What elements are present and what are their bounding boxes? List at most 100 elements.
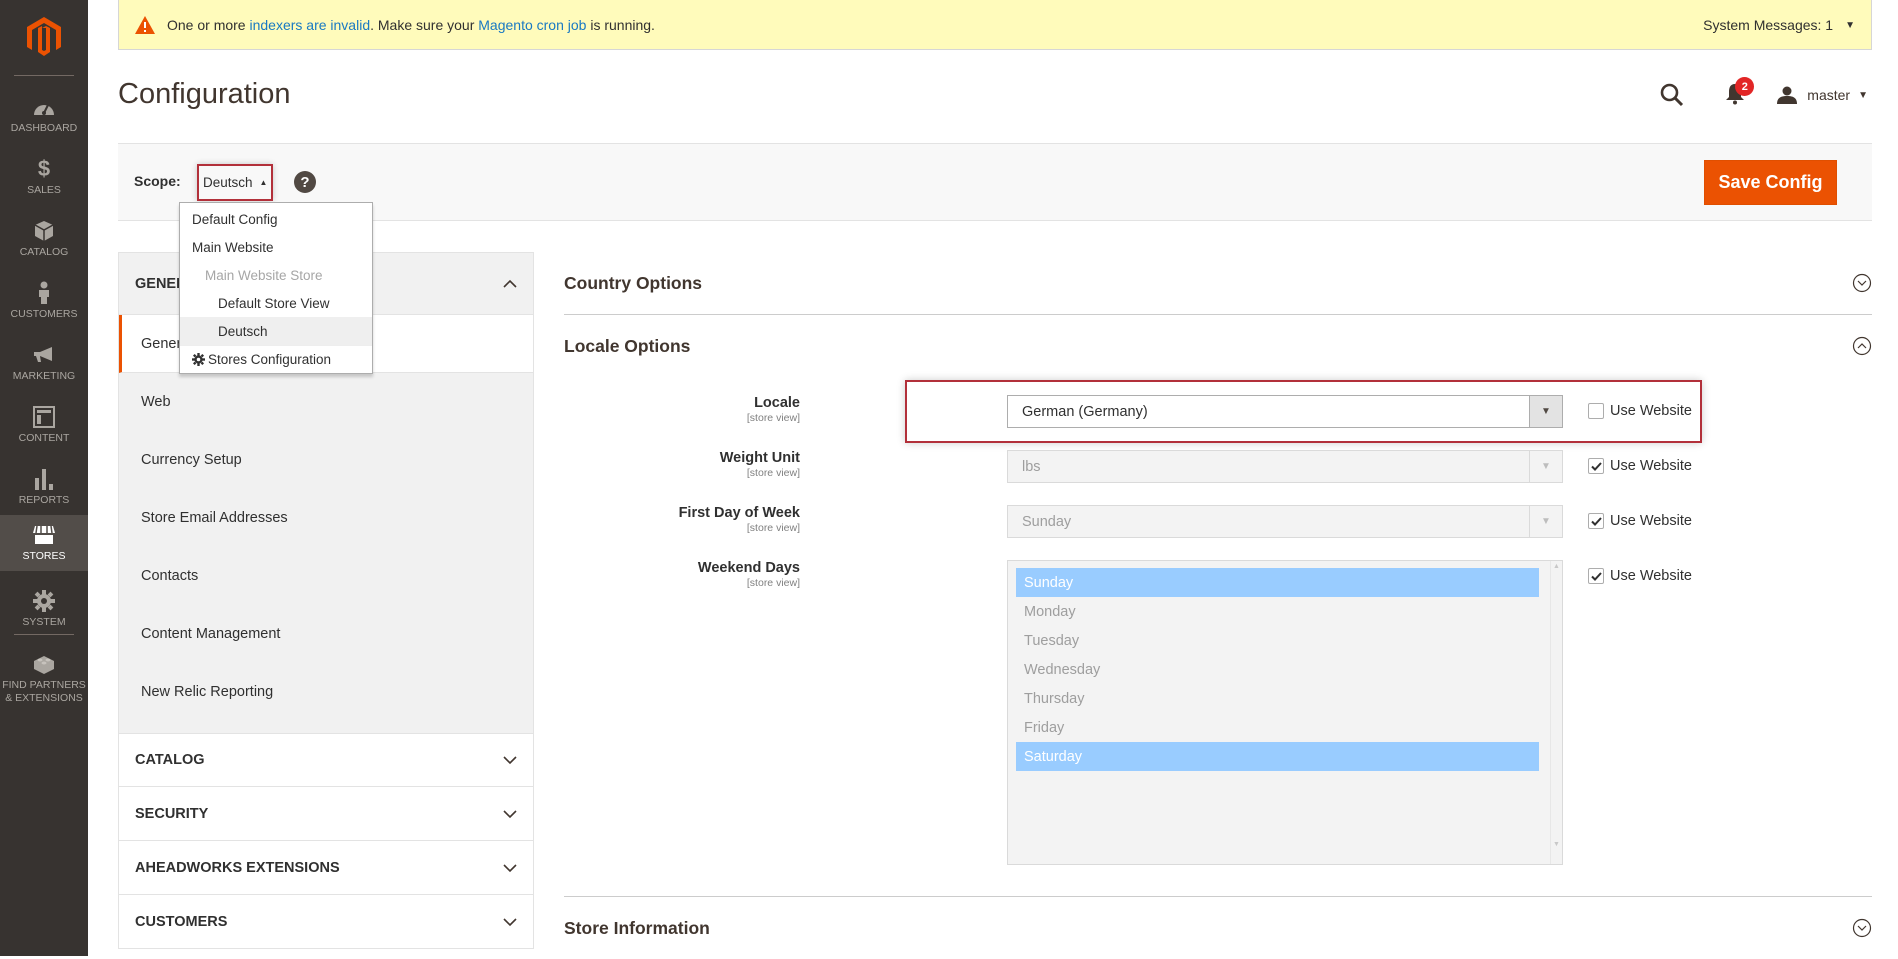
tab-section-security[interactable]: SECURITY xyxy=(118,787,534,841)
use-website-checkbox[interactable] xyxy=(1588,458,1604,474)
storefront-icon xyxy=(32,523,56,547)
nav-reports[interactable]: REPORTS xyxy=(0,456,88,518)
gear-icon xyxy=(32,589,56,613)
config-content: Country Options Locale Options Locale [s… xyxy=(564,252,1872,959)
chevron-down-circle-icon xyxy=(1852,918,1872,938)
warning-icon xyxy=(135,15,155,34)
nav-content[interactable]: CONTENT xyxy=(0,394,88,456)
nav-find-partners[interactable]: FIND PARTNERS & EXTENSIONS xyxy=(0,640,88,716)
layout-icon xyxy=(32,405,56,429)
weight-unit-use-website[interactable]: Use Website xyxy=(1588,458,1692,474)
chevron-down-icon xyxy=(503,756,517,765)
caret-down-icon: ▼ xyxy=(1858,89,1868,101)
first-day-use-website[interactable]: Use Website xyxy=(1588,513,1692,529)
indexers-link[interactable]: indexers are invalid xyxy=(249,17,370,33)
magento-logo[interactable] xyxy=(0,12,88,62)
scope-option-default-config[interactable]: Default Config xyxy=(180,205,372,233)
magento-logo-icon xyxy=(27,17,61,56)
tab-web[interactable]: Web xyxy=(119,373,533,431)
user-menu[interactable]: master ▼ xyxy=(1777,86,1868,104)
person-icon xyxy=(32,281,56,305)
tab-content-management[interactable]: Content Management xyxy=(119,605,533,663)
scope-option-main-website[interactable]: Main Website xyxy=(180,233,372,261)
search-icon[interactable] xyxy=(1659,82,1685,108)
scope-option-default-store-view[interactable]: Default Store View xyxy=(180,289,372,317)
general-tab-list: General Web Currency Setup Store Email A… xyxy=(118,315,534,733)
weekend-option: Thursday xyxy=(1024,690,1085,707)
divider xyxy=(564,896,1872,897)
lego-brick-icon xyxy=(32,652,56,676)
weekend-days-use-website[interactable]: Use Website xyxy=(1588,568,1692,584)
checkmark-icon xyxy=(1590,461,1602,471)
dropdown-arrow-icon: ▼ xyxy=(1529,506,1562,537)
scope-option-main-website-store: Main Website Store xyxy=(205,267,323,283)
caret-up-icon: ▲ xyxy=(259,178,268,187)
dropdown-arrow-icon: ▼ xyxy=(1529,396,1562,427)
megaphone-icon xyxy=(32,343,56,367)
tab-currency-setup[interactable]: Currency Setup xyxy=(119,431,533,489)
chevron-down-icon xyxy=(503,863,517,872)
chevron-up-circle-icon xyxy=(1852,336,1872,356)
chevron-down-icon xyxy=(503,809,517,818)
dollar-icon: $ xyxy=(37,156,51,181)
system-message-bar: One or more indexers are invalid. Make s… xyxy=(118,0,1872,50)
nav-catalog[interactable]: CATALOG xyxy=(0,208,88,270)
checkmark-icon xyxy=(1590,516,1602,526)
weekend-days-multiselect: Sunday Monday Tuesday Wednesday Thursday… xyxy=(1007,560,1563,865)
notifications-badge: 2 xyxy=(1735,77,1755,96)
scope-option-deutsch[interactable]: Deutsch xyxy=(180,317,372,345)
weekend-option: Monday xyxy=(1024,603,1076,620)
cron-job-link[interactable]: Magento cron job xyxy=(478,17,586,33)
weekend-option: Sunday xyxy=(1016,568,1539,597)
fieldset-country-options[interactable]: Country Options xyxy=(564,252,1872,314)
use-website-checkbox[interactable] xyxy=(1588,403,1604,419)
locale-select[interactable]: German (Germany) ▼ xyxy=(1007,395,1563,428)
system-messages-toggle[interactable]: System Messages: 1 ▼ xyxy=(1703,0,1855,50)
dropdown-arrow-icon: ▼ xyxy=(1529,451,1562,482)
help-icon[interactable]: ? xyxy=(294,171,316,193)
dashboard-icon xyxy=(32,95,56,119)
nav-dashboard[interactable]: DASHBOARD xyxy=(0,84,88,146)
scope-switcher[interactable]: Deutsch ▲ xyxy=(197,164,273,201)
gear-icon xyxy=(192,353,205,366)
bar-chart-icon xyxy=(32,467,56,491)
locale-use-website[interactable]: Use Website xyxy=(1588,403,1692,419)
stores-configuration-link[interactable]: Stores Configuration xyxy=(180,345,372,373)
nav-customers[interactable]: CUSTOMERS xyxy=(0,270,88,332)
message-text: One or more indexers are invalid. Make s… xyxy=(167,16,655,33)
tab-contacts[interactable]: Contacts xyxy=(119,547,533,605)
fieldset-locale-options[interactable]: Locale Options xyxy=(564,315,1872,377)
locale-options-fields: Locale [store view] German (Germany) ▼ U… xyxy=(564,377,1872,897)
scope-toolbar: Scope: Deutsch ▲ ? Save Config xyxy=(118,143,1872,221)
nav-stores[interactable]: STORES xyxy=(0,515,88,571)
box-icon xyxy=(32,219,56,243)
divider xyxy=(14,75,74,76)
weekend-option: Saturday xyxy=(1016,742,1539,771)
scope-dropdown: Default Config Main Website Main Website… xyxy=(179,202,373,374)
notifications-button[interactable]: 2 xyxy=(1725,77,1755,107)
nav-marketing[interactable]: MARKETING xyxy=(0,332,88,394)
nav-system[interactable]: SYSTEM xyxy=(0,578,88,640)
save-config-button[interactable]: Save Config xyxy=(1704,160,1837,205)
caret-down-icon: ▼ xyxy=(1845,19,1855,31)
use-website-checkbox[interactable] xyxy=(1588,568,1604,584)
tab-section-aheadworks-extensions[interactable]: AHEADWORKS EXTENSIONS xyxy=(118,841,534,895)
tab-section-customers[interactable]: CUSTOMERS xyxy=(118,895,534,949)
weight-unit-select: lbs ▼ xyxy=(1007,450,1563,483)
tab-new-relic-reporting[interactable]: New Relic Reporting xyxy=(119,663,533,721)
use-website-checkbox[interactable] xyxy=(1588,513,1604,529)
weekend-option: Friday xyxy=(1024,719,1065,736)
nav-sales[interactable]: $ SALES xyxy=(0,146,88,208)
chevron-down-circle-icon xyxy=(1852,273,1872,293)
divider xyxy=(14,634,74,635)
user-icon xyxy=(1777,86,1798,104)
chevron-down-icon xyxy=(503,917,517,926)
scrollbar[interactable]: ▲ ▼ xyxy=(1550,561,1562,864)
weekend-option: Wednesday xyxy=(1024,661,1101,678)
weekend-option: Tuesday xyxy=(1024,632,1080,649)
scroll-down-icon: ▼ xyxy=(1553,841,1560,848)
tab-section-catalog[interactable]: CATALOG xyxy=(118,733,534,787)
tab-store-email-addresses[interactable]: Store Email Addresses xyxy=(119,489,533,547)
fieldset-store-information[interactable]: Store Information xyxy=(564,897,1872,959)
chevron-up-icon xyxy=(503,279,517,288)
